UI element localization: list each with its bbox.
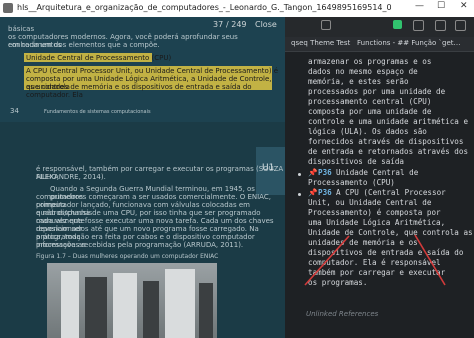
close-window-button[interactable]: ✕	[460, 1, 468, 11]
pdf-close-button[interactable]: Close	[255, 20, 277, 29]
app-icon	[3, 3, 13, 13]
highlight-line: A CPU (Central Processor Unit, ou Unidad…	[26, 67, 279, 75]
notes-panel: qseq Theme Test Functions - ## Função `g…	[285, 17, 474, 338]
maximize-button[interactable]: ☐	[437, 1, 445, 11]
annotation-arrows	[304, 234, 446, 286]
highlight-heading: Unidade Central de Processamento (CPU)	[26, 54, 172, 62]
page-number: 34	[10, 107, 19, 115]
unlinked-references[interactable]: Unlinked References	[306, 310, 378, 318]
highlight-line: as unidades de memória e os dispositivos…	[26, 83, 252, 99]
page-total: / 249	[226, 20, 247, 29]
window-title: hls__Arquitetura_e_organização_de_comput…	[17, 3, 392, 12]
pdf-text-line: em cada um dos elementos que a compõe.	[8, 41, 160, 49]
pdf-body-line: informações recebidas pela programação (…	[36, 241, 244, 249]
page-number-input[interactable]: 37	[213, 20, 223, 29]
eniac-photo	[47, 263, 217, 338]
title-bar: hls__Arquitetura_e_organização_de_comput…	[0, 0, 474, 18]
pdf-text-line: básicas	[8, 25, 35, 33]
pdf-body-line: ALEXANDRE, 2014).	[36, 173, 106, 181]
figure-caption: Figura 1.7 – Duas mulheres operando um c…	[36, 253, 219, 260]
minimize-button[interactable]: —	[415, 1, 424, 11]
pdf-viewer: 37 / 249 Close básicas os computadores m…	[0, 17, 285, 338]
page-footer: Fundamentos de sistemas computacionais	[44, 109, 151, 115]
